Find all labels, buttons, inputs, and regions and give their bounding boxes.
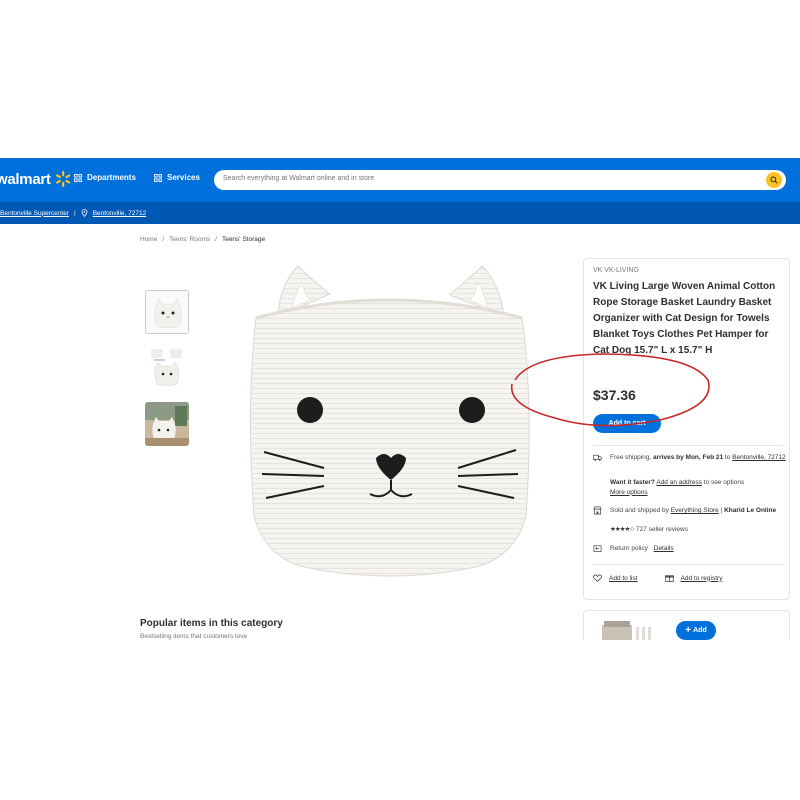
store-icon [593, 506, 602, 515]
add-to-cart-button[interactable]: Add to cart [593, 414, 661, 433]
breadcrumb-home[interactable]: Home [140, 236, 157, 243]
departments-button[interactable]: Departments [74, 173, 136, 182]
popular-items-subtitle: Bestselling items that customers love [140, 633, 247, 640]
everything-store-link[interactable]: Everything Store [671, 507, 719, 514]
list-actions: Add to list Add to registry [593, 574, 722, 582]
logo-text: walmart [0, 170, 51, 188]
add-to-list-link[interactable]: Add to list [609, 575, 638, 582]
basket-thumbnail-image [146, 291, 188, 333]
basket-lifestyle-thumbnail-image [145, 402, 189, 446]
add-address-link[interactable]: Add an address [656, 479, 702, 486]
shipping-prefix: Free shipping, [610, 454, 652, 461]
thumbnail-cat-basket-variants[interactable] [145, 346, 189, 390]
seller-info: Sold and shipped by Everything Store | K… [593, 506, 788, 516]
popular-items-heading: Popular items in this category [140, 618, 283, 629]
basket-variants-thumbnail-image [145, 346, 189, 390]
return-icon [593, 545, 602, 553]
more-options-link[interactable]: More options [610, 489, 648, 496]
seller-separator: | [720, 507, 723, 514]
divider [593, 445, 783, 446]
add-recommended-button[interactable]: + Add [676, 621, 716, 640]
breadcrumb-separator: / [215, 236, 217, 243]
separator: | [74, 209, 76, 217]
main-product-image [249, 265, 530, 577]
recommendation-card: + Add [583, 610, 790, 640]
heart-icon [593, 574, 602, 582]
shipping-date: arrives by Mon, Feb 21 [653, 454, 724, 461]
star-rating: ★★★★☆ [610, 526, 635, 533]
return-policy: Return policy Details [593, 544, 788, 554]
seller-name: Kharid Le Online [724, 507, 777, 514]
store-link[interactable]: Bentonville Supercenter [0, 210, 69, 217]
breadcrumb: Home / Teens' Rooms / Teens' Storage [140, 236, 265, 243]
seller-reviews[interactable]: 727 seller reviews [636, 526, 688, 533]
walmart-logo[interactable]: walmart [0, 170, 72, 188]
departments-label: Departments [87, 173, 136, 182]
search-input[interactable]: Search everything at Walmart online and … [214, 170, 786, 190]
grid-icon [154, 173, 162, 182]
add-to-registry-link[interactable]: Add to registry [681, 575, 723, 582]
recommended-product-image[interactable] [600, 619, 652, 640]
top-navigation-bar: walmart Departments Services Search ever… [0, 158, 800, 202]
thumbnail-cat-basket-lifestyle[interactable] [145, 402, 189, 446]
search-button[interactable] [766, 172, 782, 188]
divider [593, 564, 783, 565]
buy-box: VK VK-LIVING VK Living Large Woven Anima… [583, 258, 790, 600]
brand-name[interactable]: VK VK-LIVING [593, 267, 639, 274]
location-link[interactable]: Bentonville, 72712 [93, 210, 147, 217]
services-button[interactable]: Services [154, 173, 200, 182]
add-label: Add [693, 627, 707, 634]
thumbnail-cat-basket-front[interactable] [145, 290, 189, 334]
want-faster-label: Want it faster? [610, 479, 655, 486]
breadcrumb-teens-storage[interactable]: Teens' Storage [222, 236, 265, 243]
shipping-to: to [724, 454, 731, 461]
location-bar: Bentonville Supercenter | Bentonville, 7… [0, 202, 800, 224]
shipping-info: Free shipping, arrives by Mon, Feb 21 to… [593, 453, 788, 463]
search-icon [770, 176, 778, 184]
breadcrumb-teens-rooms[interactable]: Teens' Rooms [169, 236, 210, 243]
location-pin-icon [81, 209, 88, 217]
shipping-location-link[interactable]: Bentonville, 72712 [732, 454, 786, 461]
grid-icon [74, 173, 82, 182]
plus-icon: + [685, 624, 692, 636]
faster-options: Want it faster? Add an address to see op… [593, 478, 788, 497]
breadcrumb-separator: / [162, 236, 165, 243]
product-price: $37.36 [593, 387, 636, 403]
return-details-link[interactable]: Details [654, 545, 674, 552]
sold-by-prefix: Sold and shipped by [610, 507, 669, 514]
truck-icon [593, 454, 602, 461]
screenshot-frame: walmart Departments Services Search ever… [0, 158, 800, 640]
spark-icon [55, 170, 70, 188]
see-options-text: to see options [703, 479, 745, 486]
return-policy-label: Return policy [610, 545, 648, 552]
search-placeholder: Search everything at Walmart online and … [223, 175, 375, 182]
services-label: Services [167, 173, 200, 182]
seller-rating: ★★★★☆ 727 seller reviews [593, 525, 788, 535]
gift-icon [664, 575, 674, 582]
product-title: VK Living Large Woven Animal Cotton Rope… [593, 281, 776, 356]
